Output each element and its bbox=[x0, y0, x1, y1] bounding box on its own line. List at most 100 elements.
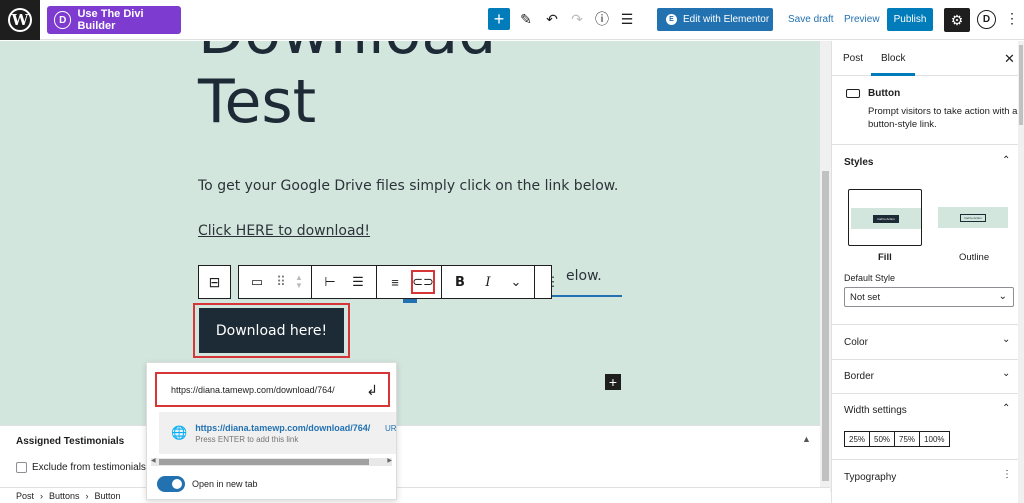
edit-with-elementor-button[interactable]: E Edit with Elementor bbox=[657, 8, 773, 31]
settings-button[interactable]: ⚙ bbox=[944, 8, 970, 32]
scrollbar-thumb[interactable] bbox=[1019, 45, 1023, 125]
chevron-down-icon[interactable]: ⌄ bbox=[1002, 368, 1010, 379]
new-tab-label: Open in new tab bbox=[192, 479, 258, 489]
wordpress-logo-button[interactable]: W bbox=[0, 0, 40, 40]
save-draft-button[interactable]: Save draft bbox=[788, 14, 834, 25]
paragraph-fragment[interactable]: elow. bbox=[566, 268, 602, 284]
undo-button[interactable]: ↶ bbox=[541, 8, 563, 30]
block-inserter-button[interactable]: + bbox=[605, 374, 621, 390]
publish-button[interactable]: Publish bbox=[887, 8, 933, 31]
tab-block[interactable]: Block bbox=[870, 53, 917, 76]
post-title[interactable]: Download Test bbox=[198, 41, 496, 137]
bold-button[interactable]: B bbox=[446, 268, 474, 296]
width-settings-title[interactable]: Width settings bbox=[844, 405, 907, 416]
sidebar-scrollbar[interactable] bbox=[1018, 41, 1024, 503]
outline-preview-button: Call to Action bbox=[960, 213, 986, 222]
width-100-button[interactable]: 100% bbox=[919, 431, 950, 447]
chevron-right-icon: › bbox=[40, 490, 44, 501]
breadcrumb: Post › Buttons › Button bbox=[0, 487, 830, 503]
fill-preview-button: Call to Action bbox=[873, 214, 899, 223]
checkbox-box[interactable] bbox=[16, 462, 27, 473]
wordpress-icon: W bbox=[8, 8, 32, 32]
chevron-up-icon[interactable]: ⌃ bbox=[1002, 155, 1010, 166]
default-style-value: Not set bbox=[850, 291, 881, 303]
open-in-new-tab-toggle[interactable]: Open in new tab bbox=[157, 476, 258, 492]
elementor-button-label: Edit with Elementor bbox=[683, 14, 770, 25]
assigned-testimonials-panel: Assigned Testimonials ▲ Exclude from tes… bbox=[0, 425, 820, 487]
block-switcher-group: ▭ ⠿ ▲ ▼ bbox=[239, 266, 312, 298]
tab-post[interactable]: Post bbox=[843, 53, 863, 64]
typography-panel-title[interactable]: Typography bbox=[844, 472, 896, 483]
details-button[interactable]: ⓘ bbox=[591, 8, 613, 30]
settings-sidebar: Post Block ✕ Button Prompt visitors to t… bbox=[831, 41, 1024, 503]
link-suggestion[interactable]: 🌐 https://diana.tamewp.com/download/764/… bbox=[159, 412, 396, 454]
scroll-right-icon[interactable]: ▶ bbox=[387, 457, 392, 464]
link-icon: ⊂⊃ bbox=[412, 274, 434, 289]
canvas-scrollbar[interactable] bbox=[820, 41, 831, 492]
divi-account-button[interactable]: D bbox=[977, 10, 996, 29]
divider bbox=[832, 324, 1024, 325]
plus-icon: + bbox=[608, 374, 618, 390]
more-formats-button[interactable]: ⌄ bbox=[502, 268, 530, 296]
chevron-down-icon[interactable]: ▼ bbox=[295, 282, 303, 290]
drag-handle[interactable]: ⠿ bbox=[271, 268, 291, 296]
use-divi-builder-button[interactable]: D Use The Divi Builder bbox=[47, 6, 181, 34]
close-sidebar-button[interactable]: ✕ bbox=[1004, 51, 1015, 67]
url-input[interactable]: https://diana.tamewp.com/download/764/ ↲ bbox=[155, 372, 390, 407]
add-block-button[interactable]: + bbox=[488, 8, 510, 30]
breadcrumb-item-post[interactable]: Post bbox=[16, 491, 34, 501]
typography-options-button[interactable]: ⋮ bbox=[1002, 469, 1012, 480]
chevron-up-icon[interactable]: ⌃ bbox=[1002, 403, 1010, 414]
toggle-knob bbox=[172, 479, 182, 489]
tools-button[interactable]: ✎ bbox=[515, 8, 537, 30]
scrollbar-thumb[interactable] bbox=[822, 171, 829, 481]
justify-group: ⊢ ☰ bbox=[312, 266, 377, 298]
paragraph-block[interactable]: To get your Google Drive files simply cl… bbox=[198, 178, 618, 194]
block-type-button[interactable]: ▭ bbox=[243, 268, 271, 296]
width-button-group: 25% 50% 75% 100% bbox=[844, 431, 950, 447]
editor-canvas[interactable]: Download Test To get your Google Drive f… bbox=[0, 41, 820, 425]
preview-button[interactable]: Preview bbox=[844, 14, 880, 25]
scroll-left-icon[interactable]: ◀ bbox=[151, 457, 156, 464]
justify-left-button[interactable]: ⊢ bbox=[316, 268, 344, 296]
border-panel-title[interactable]: Border bbox=[844, 371, 874, 382]
list-view-button[interactable]: ☰ bbox=[616, 8, 638, 30]
color-panel-title[interactable]: Color bbox=[844, 337, 868, 348]
options-menu-button[interactable]: ⋮ bbox=[1005, 10, 1019, 27]
style-outline-label: Outline bbox=[959, 252, 990, 263]
styles-panel-title[interactable]: Styles bbox=[844, 157, 873, 168]
italic-button[interactable]: I bbox=[474, 268, 502, 296]
scrollbar-thumb[interactable] bbox=[159, 459, 369, 465]
submit-link-button[interactable]: ↲ bbox=[366, 382, 378, 399]
button-icon bbox=[846, 89, 860, 98]
block-options-button[interactable]: ⋮ bbox=[539, 268, 567, 296]
breadcrumb-item-button[interactable]: Button bbox=[95, 491, 121, 501]
style-fill-option[interactable]: Call to Action bbox=[848, 189, 922, 246]
default-style-select[interactable]: Not set ⌄ bbox=[844, 287, 1014, 307]
style-outline-option[interactable]: Call to Action bbox=[936, 189, 1010, 246]
block-description: Prompt visitors to take action with a bu… bbox=[868, 106, 1018, 130]
select-parent-block-button[interactable]: ⊟ bbox=[198, 265, 231, 299]
width-75-button[interactable]: 75% bbox=[894, 431, 921, 447]
chevron-down-icon[interactable]: ⌄ bbox=[1002, 334, 1010, 345]
width-25-button[interactable]: 25% bbox=[844, 431, 871, 447]
download-button-block[interactable]: Download here! bbox=[199, 308, 344, 353]
divider bbox=[832, 459, 1024, 460]
popover-horizontal-scrollbar[interactable]: ◀ ▶ bbox=[151, 458, 392, 466]
link-button[interactable]: ⊂⊃ bbox=[409, 268, 437, 296]
breadcrumb-item-buttons[interactable]: Buttons bbox=[49, 491, 80, 501]
collapse-panel-button[interactable]: ▲ bbox=[802, 434, 811, 444]
exclude-testimonials-checkbox[interactable]: Exclude from testimonials bbox=[16, 462, 146, 473]
width-50-button[interactable]: 50% bbox=[869, 431, 896, 447]
triangle-up-icon: ▲ bbox=[802, 434, 811, 444]
globe-icon: 🌐 bbox=[171, 425, 188, 440]
download-link-paragraph[interactable]: Click HERE to download! bbox=[198, 223, 370, 239]
button-icon: ▭ bbox=[250, 274, 264, 289]
toggle-switch[interactable] bbox=[157, 476, 185, 492]
justify-center-button[interactable]: ☰ bbox=[344, 268, 372, 296]
align-button[interactable]: ≡ bbox=[381, 268, 409, 296]
meta-box-title: Assigned Testimonials bbox=[16, 436, 125, 447]
redo-button[interactable]: ↷ bbox=[566, 8, 588, 30]
divi-button-label: Use The Divi Builder bbox=[77, 8, 144, 32]
url-input-value: https://diana.tamewp.com/download/764/ bbox=[171, 384, 335, 395]
